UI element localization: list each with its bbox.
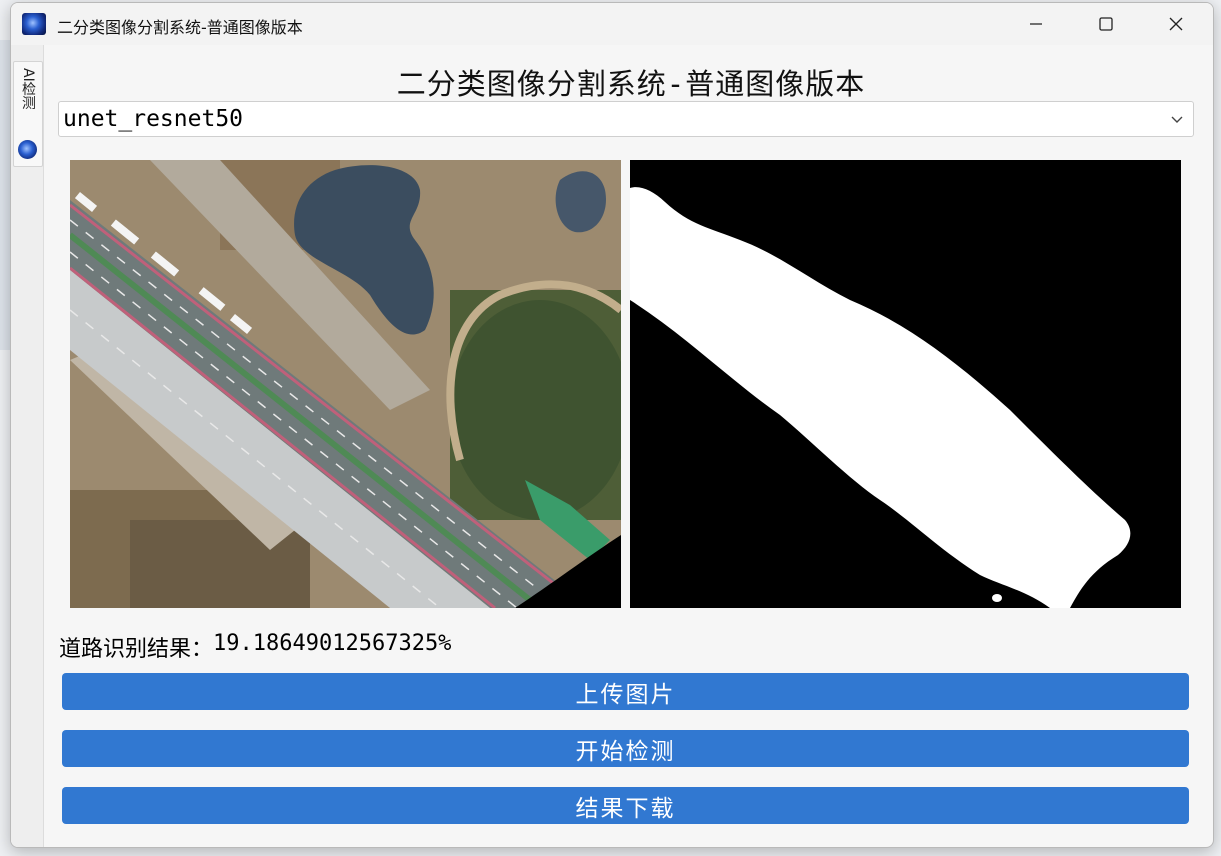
app-window: 二分类图像分割系统-普通图像版本 AI检测 二分类图像分割系统-普通图像版本 u… (10, 2, 1214, 848)
window-title: 二分类图像分割系统-普通图像版本 (57, 18, 303, 37)
road-result-value: 19.18649012567325% (213, 631, 452, 656)
tab-ai-detect-label: AI检测 (20, 68, 36, 110)
close-icon (1169, 17, 1183, 31)
original-image (70, 160, 621, 608)
start-detect-button[interactable]: 开始检测 (62, 730, 1189, 767)
app-logo-icon (22, 13, 46, 35)
side-tab-bar: AI检测 (11, 45, 44, 847)
title-bar[interactable]: 二分类图像分割系统-普通图像版本 (11, 3, 1213, 45)
app-logo-icon (18, 140, 37, 159)
maximize-button[interactable] (1071, 3, 1141, 45)
maximize-icon (1099, 17, 1113, 31)
minimize-button[interactable] (1001, 3, 1071, 45)
close-button[interactable] (1141, 3, 1211, 45)
model-select[interactable]: unet_resnet50 (58, 101, 1194, 137)
background-panel (0, 40, 10, 350)
model-select-value: unet_resnet50 (63, 106, 244, 132)
minimize-icon (1030, 23, 1042, 25)
download-result-button[interactable]: 结果下载 (62, 787, 1189, 824)
page-title: 二分类图像分割系统-普通图像版本 (396, 67, 866, 101)
upload-image-button[interactable]: 上传图片 (62, 673, 1189, 710)
segmentation-result-image (630, 160, 1181, 608)
chevron-down-icon (1171, 116, 1183, 123)
aerial-road-photo (70, 160, 621, 608)
segmentation-mask (630, 160, 1181, 608)
tab-ai-detect[interactable]: AI检测 (13, 61, 43, 167)
road-result-label: 道路识别结果： (59, 637, 214, 662)
road-result: 道路识别结果： 19.18649012567325% (59, 631, 451, 663)
